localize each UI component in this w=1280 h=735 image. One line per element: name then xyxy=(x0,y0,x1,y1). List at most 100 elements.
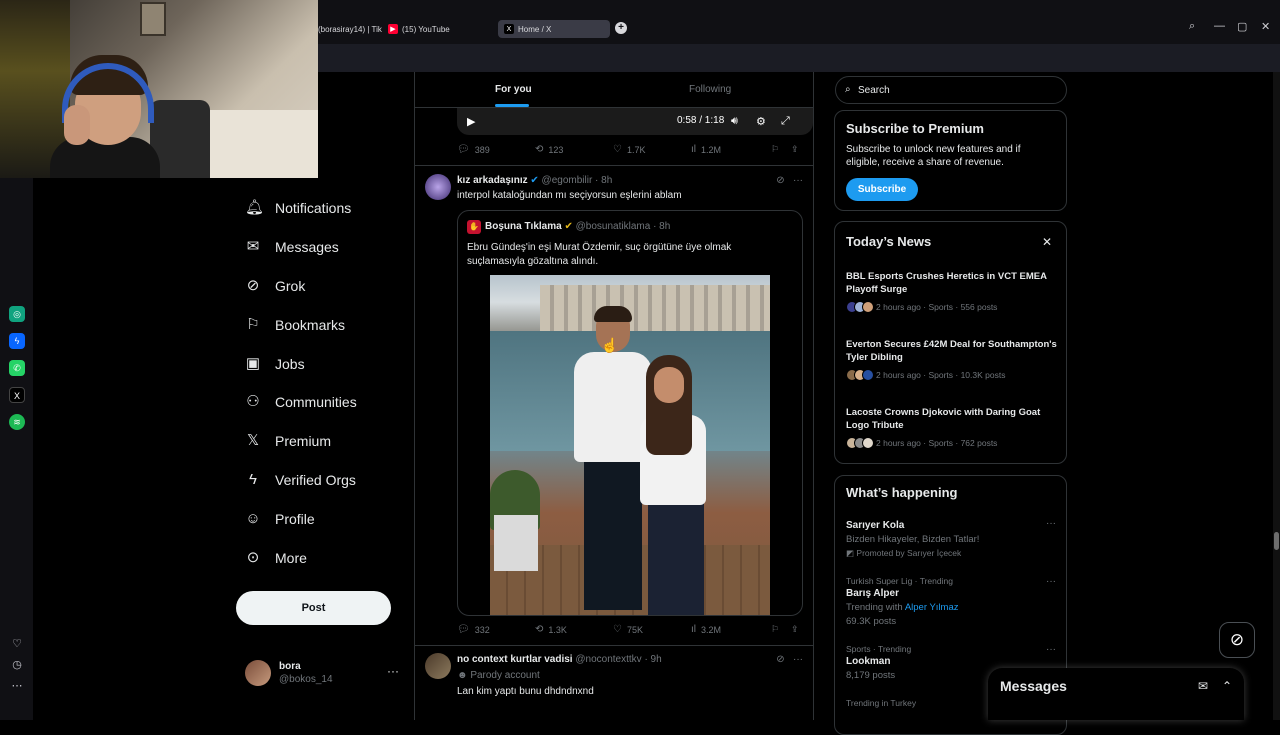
youtube-icon: ▶ xyxy=(388,24,398,34)
grok-icon[interactable]: ⊘ xyxy=(776,654,784,665)
hand-cursor-icon: ☝ xyxy=(601,337,619,353)
quoted-tweet[interactable]: ✋ Boşuna Tıklama ✔ @bosunatiklama · 8h E… xyxy=(457,210,803,616)
account-switcher[interactable]: bora @bokos_14 ··· xyxy=(245,660,405,690)
quote-author-name: Boşuna Tıklama xyxy=(485,221,562,232)
like-button[interactable]: ♡ 1.7K xyxy=(613,144,645,155)
heart-icon[interactable]: ♡ xyxy=(10,637,24,651)
heart-icon: ♡ xyxy=(613,624,622,635)
views-icon: ıl xyxy=(691,144,696,155)
search-icon: ⌕ xyxy=(845,84,851,95)
play-icon[interactable]: ▶ xyxy=(467,115,475,128)
quote-author-handle: @bosunatiklama · 8h xyxy=(575,221,671,232)
new-tab-button[interactable]: + xyxy=(615,22,627,34)
grok-icon[interactable]: ⊘ xyxy=(776,175,784,186)
nav-profile[interactable]: ☺ Profile xyxy=(245,507,314,531)
more-icon[interactable]: ··· xyxy=(1046,644,1056,655)
video-time: 0:58 / 1:18 xyxy=(677,115,725,126)
news-avatars xyxy=(846,301,874,313)
views-icon: ıl xyxy=(691,624,696,635)
maximize-button[interactable]: ▢ xyxy=(1237,20,1247,33)
messenger-icon[interactable]: ϟ xyxy=(9,333,25,349)
tweet-tools: ⊘ ··· xyxy=(776,654,803,665)
news-item[interactable]: Everton Secures £42M Deal for Southampto… xyxy=(846,338,1061,382)
volume-icon[interactable]: 🔊︎ xyxy=(731,115,738,128)
webcam-overlay xyxy=(0,0,318,178)
bookmark-icon: ⚐ xyxy=(246,316,260,333)
tweet-author-name[interactable]: no context kurtlar vadisi xyxy=(457,654,573,665)
photo-pot xyxy=(494,515,538,571)
tweet-author-name[interactable]: kız arkadaşınız xyxy=(457,175,528,186)
reply-button[interactable]: 💬︎ 389 xyxy=(457,144,490,155)
post-button[interactable]: Post xyxy=(236,591,391,625)
settings-icon[interactable]: ⚙ xyxy=(756,115,766,128)
tweet-header: kız arkadaşınız ✔ @egombilir · 8h xyxy=(457,175,612,186)
spotify-icon[interactable]: ≋ xyxy=(9,414,25,430)
tweet-photo[interactable] xyxy=(490,275,770,615)
repost-button[interactable]: ⟲ 1.3K xyxy=(535,624,567,635)
more-icon[interactable]: ··· xyxy=(1046,576,1056,587)
views-button[interactable]: ıl 1.2M xyxy=(691,144,721,155)
tab-home-x[interactable]: X Home / X xyxy=(498,20,610,38)
x-icon[interactable]: X xyxy=(9,387,25,403)
news-item[interactable]: Lacoste Crowns Djokovic with Daring Goat… xyxy=(846,406,1061,450)
trend-item[interactable]: Turkish Super Lig · Trending Barış Alper… xyxy=(846,576,1056,627)
premium-title: Subscribe to Premium xyxy=(846,121,984,136)
tab-for-you[interactable]: For you xyxy=(495,84,532,95)
nav-premium[interactable]: 𝕏 Premium xyxy=(245,429,331,453)
nav-grok[interactable]: ⊘ Grok xyxy=(245,274,306,298)
divider xyxy=(415,165,813,166)
more-icon[interactable]: ··· xyxy=(793,175,803,186)
messages-drawer[interactable]: Messages ✉︎ ⌃ xyxy=(988,668,1244,720)
new-message-icon[interactable]: ✉︎ xyxy=(1198,679,1208,693)
nav-jobs[interactable]: ▣ Jobs xyxy=(245,352,305,376)
nav-verified-orgs[interactable]: ϟ Verified Orgs xyxy=(245,468,356,492)
tab-following[interactable]: Following xyxy=(689,84,731,95)
like-button[interactable]: ♡ 75K xyxy=(613,624,643,635)
views-button[interactable]: ıl 3.2M xyxy=(691,624,721,635)
avatar[interactable] xyxy=(425,174,451,200)
avatar[interactable] xyxy=(425,653,451,679)
expand-icon[interactable]: ⌃ xyxy=(1222,679,1232,693)
bookmark-icon[interactable]: ⚐ xyxy=(771,624,779,635)
reply-button[interactable]: 💬︎ 332 xyxy=(457,624,490,635)
subscribe-button[interactable]: Subscribe xyxy=(846,178,918,201)
share-icon[interactable]: ⇪ xyxy=(791,624,799,635)
scroll-thumb[interactable] xyxy=(1274,532,1279,550)
nav-more[interactable]: ⊙ More xyxy=(245,546,307,570)
whatsapp-icon[interactable]: ✆ xyxy=(9,360,25,376)
nav-communities[interactable]: ⚇ Communities xyxy=(245,390,356,414)
search-input[interactable]: ⌕ Search xyxy=(835,76,1067,104)
close-icon[interactable]: ✕ xyxy=(1042,235,1052,249)
trend-item[interactable]: Sarıyer Kola Bizden Hikayeler, Bizden Ta… xyxy=(846,518,1056,559)
more-icon[interactable]: ··· xyxy=(1046,518,1056,529)
minimize-button[interactable]: — xyxy=(1214,20,1225,32)
news-item[interactable]: BBL Esports Crushes Heretics in VCT EMEA… xyxy=(846,270,1061,314)
repost-button[interactable]: ⟲ 123 xyxy=(535,144,563,155)
quote-text: Ebru Gündeş'in eşi Murat Özdemir, suç ör… xyxy=(467,242,732,267)
quote-header: Boşuna Tıklama ✔ @bosunatiklama · 8h xyxy=(485,221,670,232)
tab-tiktok[interactable]: (borasiray14) | Tik xyxy=(318,20,382,38)
share-icon[interactable]: ⇪ xyxy=(791,144,799,155)
tab-youtube[interactable]: ▶ (15) YouTube xyxy=(388,20,450,38)
communities-icon: ⚇ xyxy=(246,393,260,410)
more-icon[interactable]: ··· xyxy=(387,664,399,678)
promoted-icon: ◩ xyxy=(846,548,855,558)
nav-bookmarks[interactable]: ⚐ Bookmarks xyxy=(245,313,345,337)
close-window-button[interactable]: ✕ xyxy=(1261,20,1270,33)
search-tabs-icon[interactable]: ⌕ xyxy=(1189,20,1195,33)
tweet-author-handle[interactable]: @egombilir · 8h xyxy=(542,175,613,186)
more-icon[interactable]: ⋯ xyxy=(10,679,24,693)
tweet-author-handle[interactable]: @nocontexttkv · 9h xyxy=(575,654,661,665)
page-scrollbar[interactable] xyxy=(1273,72,1280,720)
fullscreen-icon[interactable]: ⤢ xyxy=(781,115,790,128)
history-icon[interactable]: ◷ xyxy=(10,658,24,672)
more-icon[interactable]: ··· xyxy=(793,654,803,665)
nav-notifications[interactable]: 🔔︎ Notifications xyxy=(245,196,351,220)
cam-picture-frame xyxy=(140,2,166,36)
bookmark-icon[interactable]: ⚐ xyxy=(771,144,779,155)
grok-icon: ⊘ xyxy=(1229,630,1245,649)
chatgpt-icon[interactable]: ◎ xyxy=(9,306,25,322)
grok-button[interactable]: ⊘ xyxy=(1219,622,1255,658)
nav-messages[interactable]: ✉︎ Messages xyxy=(245,235,339,259)
tweet-text: interpol kataloğundan mı seçiyorsun eşle… xyxy=(457,190,682,201)
